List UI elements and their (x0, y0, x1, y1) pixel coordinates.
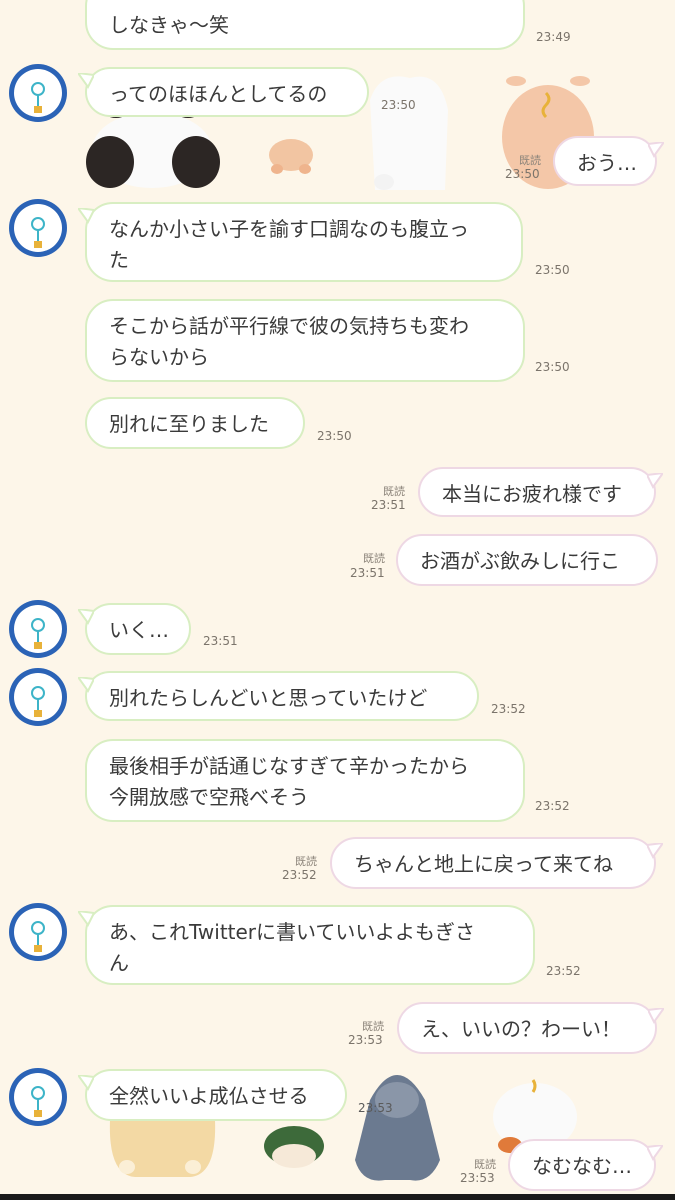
bubble-tail-icon (647, 473, 663, 489)
message-time: 23:51 (350, 566, 385, 580)
message-text: 全然いいよ成仏させる (109, 1084, 309, 1108)
message-time: 23:49 (536, 30, 571, 44)
avatar[interactable] (9, 1068, 67, 1126)
message-text: 別れに至りました (109, 412, 269, 436)
message-text: え、いいの？わーい！ (421, 1017, 621, 1041)
message-time: 23:51 (371, 498, 406, 512)
message-time: 23:50 (535, 263, 570, 277)
hedgehog-sticker (264, 1126, 324, 1168)
read-receipt: 既読 (474, 1158, 496, 1171)
message-bubble[interactable]: ってのほほんとしてるの (78, 67, 369, 117)
avatar[interactable] (9, 600, 67, 658)
message-bubble[interactable]: あ、これTwitterに書いていいよよもぎさ ん (78, 905, 535, 985)
bubble-tail-icon (78, 208, 94, 224)
message-text: あ、これTwitterに書いていいよよもぎさ (109, 920, 476, 944)
avatar[interactable] (9, 64, 67, 122)
bubble-tail-icon (647, 843, 663, 859)
message-text: ってのほほんとしてるの (109, 82, 328, 106)
message-bubble[interactable]: 別れたらしんどいと思っていたけど (78, 671, 479, 721)
message-bubble[interactable]: ちゃんと地上に戻って来てね (330, 837, 663, 889)
read-receipt: 既読 (363, 552, 385, 565)
message-time: 23:53 (460, 1171, 495, 1185)
message-bubble[interactable]: 別れに至りました (85, 397, 305, 449)
message-text: 別れたらしんどいと思っていたけど (109, 686, 428, 710)
message-time: 23:51 (203, 634, 238, 648)
message-time: 23:50 (505, 167, 540, 181)
message-bubble[interactable]: おう… (553, 136, 664, 186)
message-bubble[interactable]: 全然いいよ成仏させる (78, 1069, 347, 1121)
avatar[interactable] (9, 903, 67, 961)
message-time: 23:50 (535, 360, 570, 374)
message-text-line2: 今開放感で空飛べそう (109, 785, 309, 809)
message-text: 最後相手が話通じなすぎて辛かったから (109, 754, 469, 778)
bubble-tail-icon (647, 1145, 663, 1161)
message-time: 23:53 (348, 1033, 383, 1047)
message-time: 23:52 (282, 868, 317, 882)
bubble-tail-icon (78, 1075, 94, 1091)
message-time: 23:50 (317, 429, 352, 443)
message-bubble[interactable]: いく… (78, 603, 191, 655)
avatar[interactable] (9, 668, 67, 726)
message-text: しなきゃ〜笑 (109, 13, 229, 37)
message-bubble[interactable]: なむなむ… (508, 1139, 663, 1191)
bubble-tail-icon (78, 677, 94, 693)
read-receipt: 既読 (519, 154, 541, 167)
message-bubble[interactable]: お酒がぶ飲みしに行こ (396, 534, 658, 586)
gorilla-sticker (355, 1075, 440, 1181)
message-time: 23:53 (358, 1101, 393, 1115)
message-time: 23:52 (535, 799, 570, 813)
message-text: なんか小さい子を諭す口調なのも腹立っ (109, 217, 469, 241)
read-receipt: 既読 (295, 855, 317, 868)
message-text-line2: た (109, 248, 129, 272)
message-text: ちゃんと地上に戻って来てね (354, 852, 613, 876)
message-time: 23:52 (546, 964, 581, 978)
message-bubble[interactable]: え、いいの？わーい！ (397, 1002, 664, 1054)
message-text: いく… (109, 618, 169, 642)
message-text: そこから話が平行線で彼の気持ちも変わ (109, 314, 469, 338)
bubble-tail-icon (78, 73, 94, 89)
message-text: なむなむ… (532, 1154, 632, 1178)
message-text-line2: ん (109, 951, 129, 975)
cat-sticker (370, 76, 448, 190)
pig-sticker-small (269, 139, 313, 174)
message-text-line2: らないから (109, 345, 209, 369)
message-bubble[interactable]: 本当にお疲れ様です (418, 467, 663, 517)
message-bubble[interactable]: しなきゃ〜笑 (85, 0, 525, 50)
message-text: お酒がぶ飲みしに行こ (420, 549, 620, 573)
read-receipt: 既読 (362, 1020, 384, 1033)
bubble-tail-icon (648, 1008, 664, 1024)
bubble-tail-icon (78, 911, 94, 927)
bubble-tail-icon (78, 609, 94, 625)
message-bubble[interactable]: 最後相手が話通じなすぎて辛かったから 今開放感で空飛べそう (85, 739, 525, 822)
bubble-tail-icon (648, 142, 664, 158)
message-bubble[interactable]: そこから話が平行線で彼の気持ちも変わ らないから (85, 299, 525, 382)
read-receipt: 既読 (383, 485, 405, 498)
avatar[interactable] (9, 199, 67, 257)
message-time: 23:52 (491, 702, 526, 716)
message-text: 本当にお疲れ様です (442, 482, 622, 506)
corgi-sticker (109, 1120, 216, 1177)
bottom-edge (0, 1194, 675, 1200)
message-time: 23:50 (381, 98, 416, 112)
message-bubble[interactable]: なんか小さい子を諭す口調なのも腹立っ た (78, 202, 523, 282)
message-text: おう… (577, 151, 637, 175)
